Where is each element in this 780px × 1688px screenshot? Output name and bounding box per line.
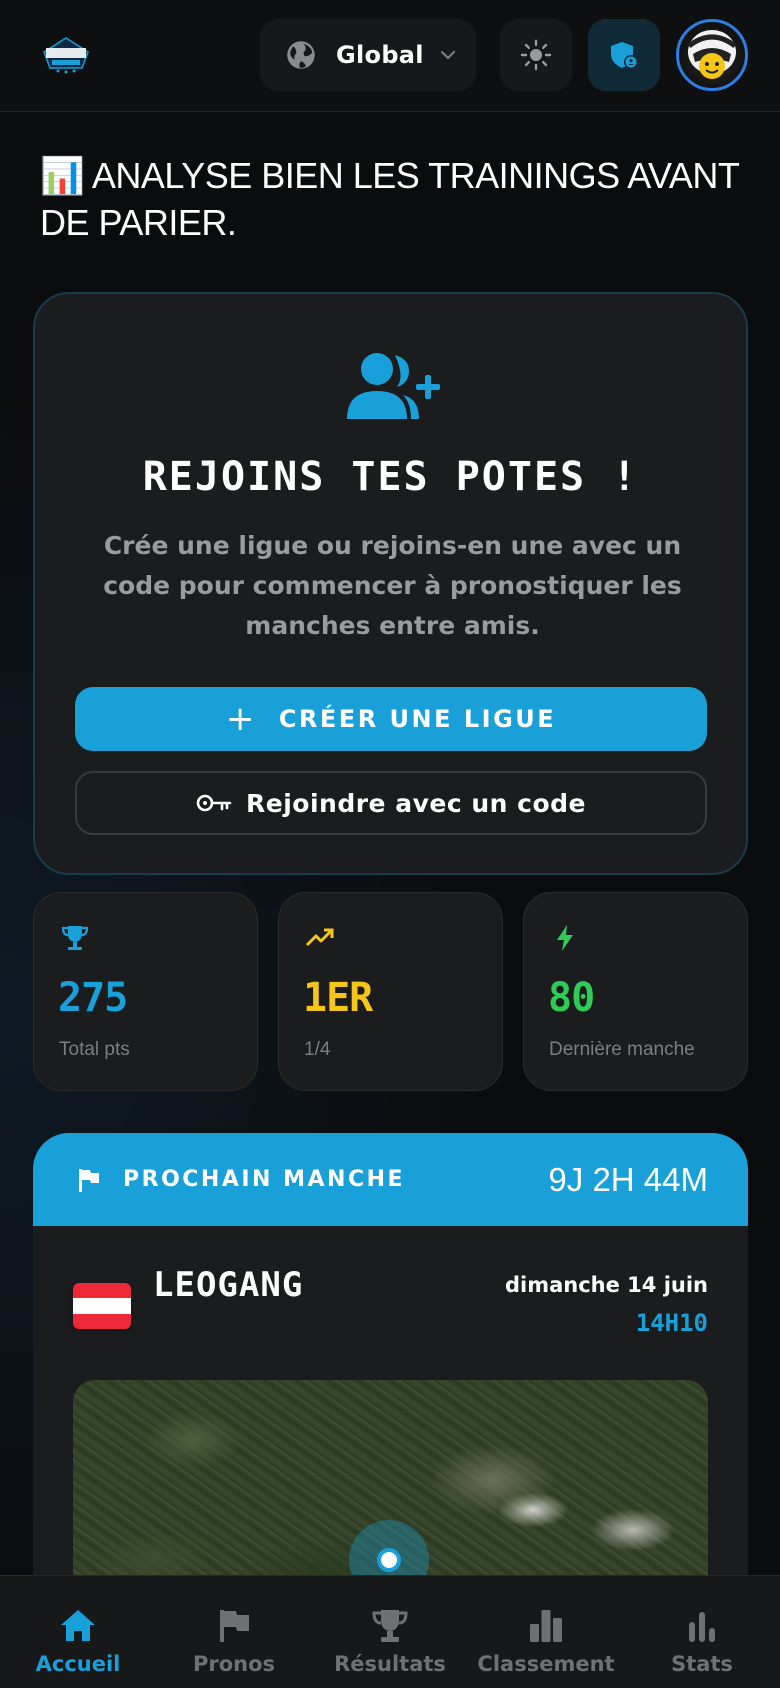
chart-emoji-icon: 📊 [40, 155, 85, 196]
race-countdown: 9J 2H 44M [548, 1161, 708, 1198]
create-league-button[interactable]: + CRÉER UNE LIGUE [75, 687, 707, 751]
bar-chart-icon [530, 1610, 562, 1642]
trophy-icon [61, 926, 89, 950]
sun-icon [520, 39, 552, 71]
globe-icon [287, 41, 315, 69]
admin-shield-button[interactable] [588, 19, 660, 91]
league-description: Crée une ligue ou rejoins-en une avec un… [103, 531, 682, 640]
nav-item-resultats[interactable]: Résultats [312, 1576, 468, 1688]
stats-icon [689, 1612, 715, 1642]
create-league-label: CRÉER UNE LIGUE [278, 705, 557, 733]
trending-up-icon [305, 928, 334, 947]
stat-value: 1ER [303, 975, 373, 1021]
league-headline: REJOINS TES POTES ! [142, 454, 639, 500]
stat-card-rank: 1ER 1/4 [278, 892, 503, 1091]
prono-dh-logo[interactable] [38, 32, 94, 76]
nav-label: Stats [671, 1652, 733, 1676]
nav-label: Accueil [35, 1652, 121, 1676]
theme-toggle-button[interactable] [500, 19, 572, 91]
chevron-down-icon [440, 50, 455, 60]
race-name: LEOGANG [153, 1265, 304, 1305]
race-time: 14H10 [635, 1309, 708, 1337]
bolt-icon [557, 925, 573, 951]
next-race-header: PROCHAIN MANCHE 9J 2H 44M [33, 1133, 748, 1226]
stat-caption: 1/4 [304, 1039, 331, 1060]
key-icon [196, 794, 232, 812]
flag-icon [79, 1169, 99, 1192]
austria-flag [73, 1283, 131, 1329]
stat-value: 80 [548, 975, 595, 1021]
tip-banner-text: ANALYSE BIEN LES TRAININGS AVANT DE PARI… [40, 155, 739, 243]
race-date: dimanche 14 juin [504, 1273, 708, 1297]
nav-item-accueil[interactable]: Accueil [0, 1576, 156, 1688]
tip-banner: 📊 ANALYSE BIEN LES TRAININGS AVANT DE PA… [40, 152, 740, 246]
shield-user-icon [611, 42, 638, 69]
stat-value: 275 [58, 975, 128, 1021]
trophy-icon [372, 1610, 408, 1642]
stat-card-total-points: 275 Total pts [33, 892, 258, 1091]
helmet-avatar-icon [687, 30, 737, 79]
stat-caption: Dernière manche [549, 1039, 695, 1060]
map-pin-icon [377, 1548, 401, 1572]
nav-label: Classement [477, 1652, 615, 1676]
nav-label: Résultats [334, 1652, 446, 1676]
nav-label: Pronos [192, 1652, 276, 1676]
flag-icon [220, 1610, 249, 1642]
bottom-navigation: Accueil Pronos Résultats Classement Stat… [0, 1575, 780, 1688]
region-selector[interactable]: Global [260, 19, 476, 91]
nav-item-classement[interactable]: Classement [468, 1576, 624, 1688]
nav-item-pronos[interactable]: Pronos [156, 1576, 312, 1688]
app-header: Global [0, 0, 780, 112]
region-label: Global [336, 41, 424, 69]
join-with-code-button[interactable]: Rejoindre avec un code [75, 771, 707, 835]
home-icon [61, 1610, 95, 1641]
plus-icon: + [225, 699, 257, 739]
stat-card-last-round: 80 Dernière manche [523, 892, 748, 1091]
stat-caption: Total pts [59, 1039, 130, 1060]
user-avatar[interactable] [676, 19, 748, 91]
user-plus-icon [347, 353, 440, 419]
nav-item-stats[interactable]: Stats [624, 1576, 780, 1688]
join-with-code-label: Rejoindre avec un code [246, 788, 586, 818]
next-race-label: PROCHAIN MANCHE [123, 1167, 406, 1192]
join-league-card: REJOINS TES POTES ! Crée une ligue ou re… [33, 292, 748, 875]
